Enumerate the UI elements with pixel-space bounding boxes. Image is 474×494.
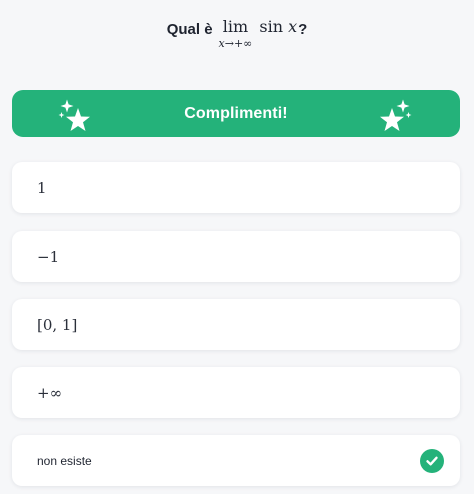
function-variable: x bbox=[288, 17, 298, 36]
sparkle-stars-icon bbox=[380, 99, 412, 131]
function-name: sin bbox=[259, 17, 283, 36]
answer-option-non-esiste[interactable]: non esiste bbox=[12, 435, 460, 486]
sparkle-stars-icon bbox=[58, 99, 90, 131]
lim-word: lim bbox=[222, 17, 249, 36]
question-mark: ? bbox=[298, 21, 308, 38]
answer-label: 1 bbox=[37, 178, 47, 197]
question-title: Qual è lim x→+∞ sin x ? bbox=[0, 8, 474, 50]
limit-operator: lim x→+∞ bbox=[219, 18, 253, 50]
lim-subscript: x→+∞ bbox=[218, 37, 253, 50]
answer-label: non esiste bbox=[37, 453, 92, 468]
answer-label: −1 bbox=[37, 247, 60, 266]
answer-label: [0, 1] bbox=[37, 315, 78, 334]
checkmark-circle-icon bbox=[420, 449, 444, 473]
answer-option-plus-infinity[interactable]: +∞ bbox=[12, 367, 460, 418]
answer-label: +∞ bbox=[37, 383, 63, 402]
question-prefix: Qual è bbox=[166, 21, 213, 38]
limit-function: sin x bbox=[259, 18, 297, 36]
limit-expression: lim x→+∞ sin x bbox=[219, 8, 298, 50]
answer-option-minus-1[interactable]: −1 bbox=[12, 231, 460, 282]
checkmark-icon bbox=[426, 456, 438, 466]
answer-option-1[interactable]: 1 bbox=[12, 162, 460, 213]
success-message: Complimenti! bbox=[184, 104, 288, 122]
success-banner: Complimenti! bbox=[12, 90, 460, 137]
answer-option-interval[interactable]: [0, 1] bbox=[12, 299, 460, 350]
